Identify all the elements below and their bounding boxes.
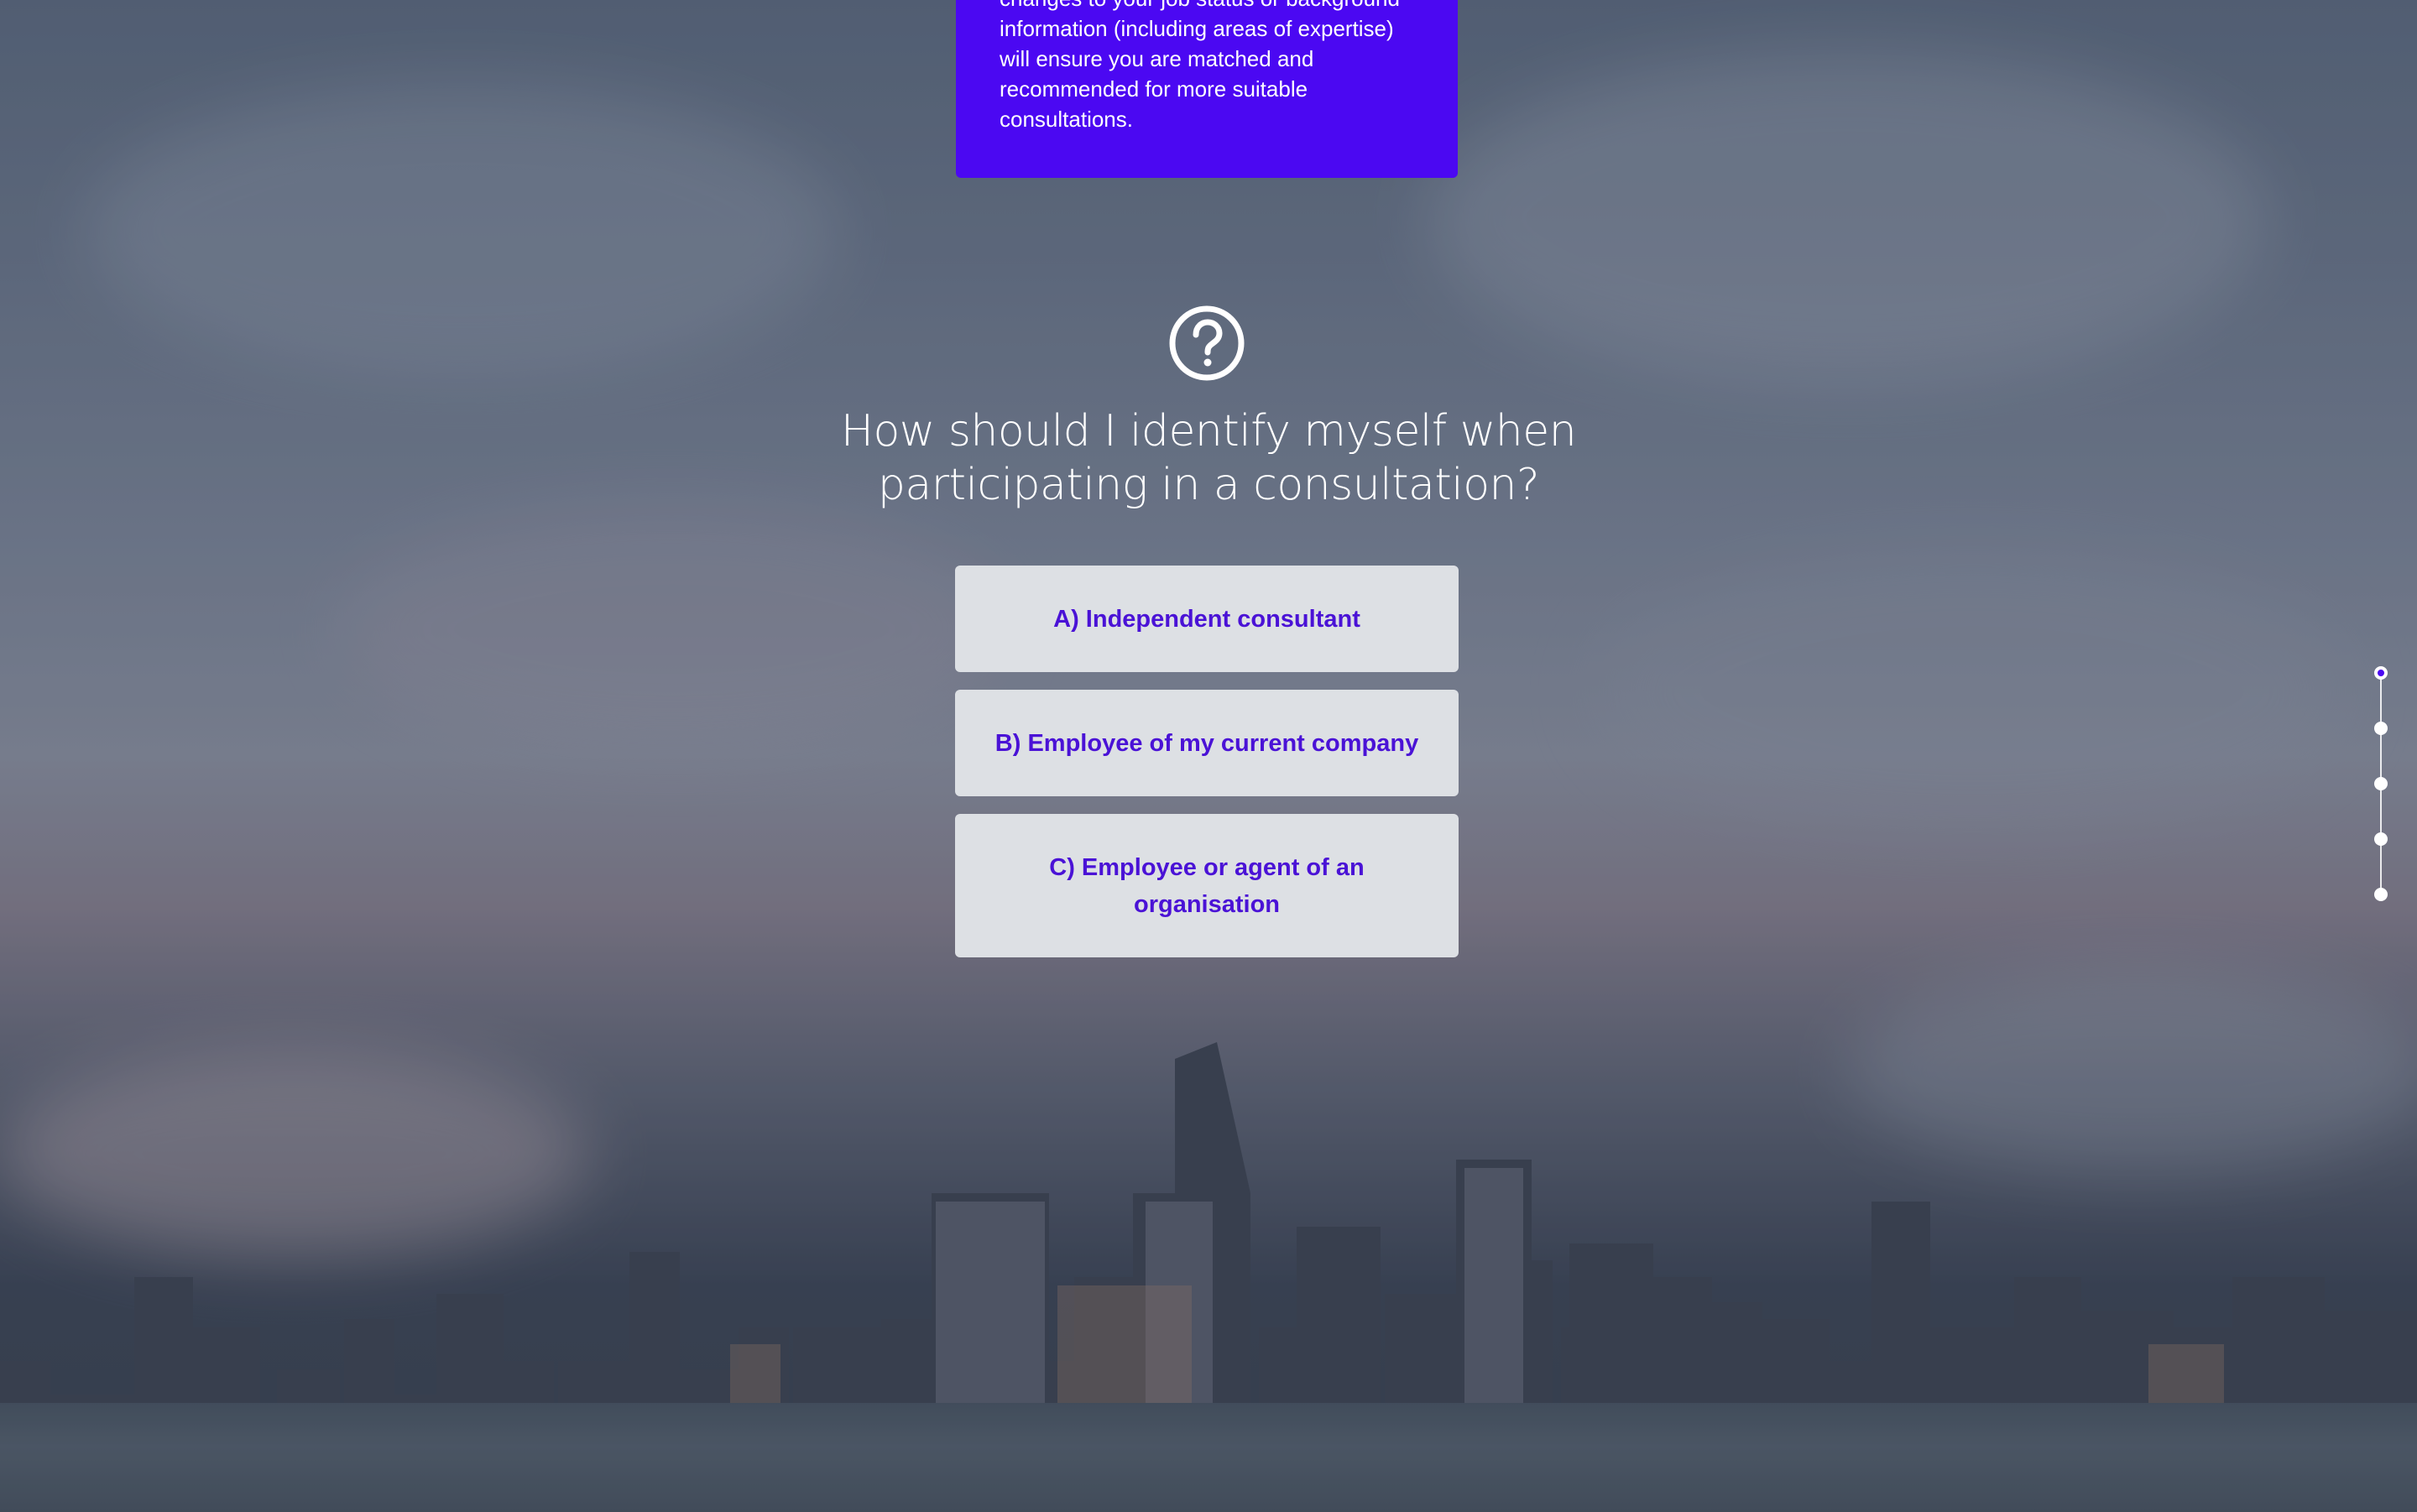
progress-dot-2[interactable] (2374, 722, 2388, 735)
answer-option-b[interactable]: B) Employee of my current company (955, 690, 1459, 796)
question-circle-icon (1169, 305, 1245, 381)
info-card: changes to your job status or background… (956, 0, 1458, 178)
progress-dot-1[interactable] (2374, 666, 2388, 680)
progress-navigation (2367, 663, 2400, 906)
info-card-text: changes to your job status or background… (1000, 0, 1400, 132)
progress-dot-4[interactable] (2374, 832, 2388, 846)
progress-dot-5[interactable] (2374, 888, 2388, 901)
page-background: changes to your job status or background… (0, 0, 2417, 1512)
answer-option-a[interactable]: A) Independent consultant (955, 566, 1459, 672)
answer-option-c[interactable]: C) Employee or agent of an organisation (955, 814, 1459, 957)
progress-dot-3[interactable] (2374, 777, 2388, 790)
question-title: How should I identify myself when partic… (840, 406, 1577, 510)
